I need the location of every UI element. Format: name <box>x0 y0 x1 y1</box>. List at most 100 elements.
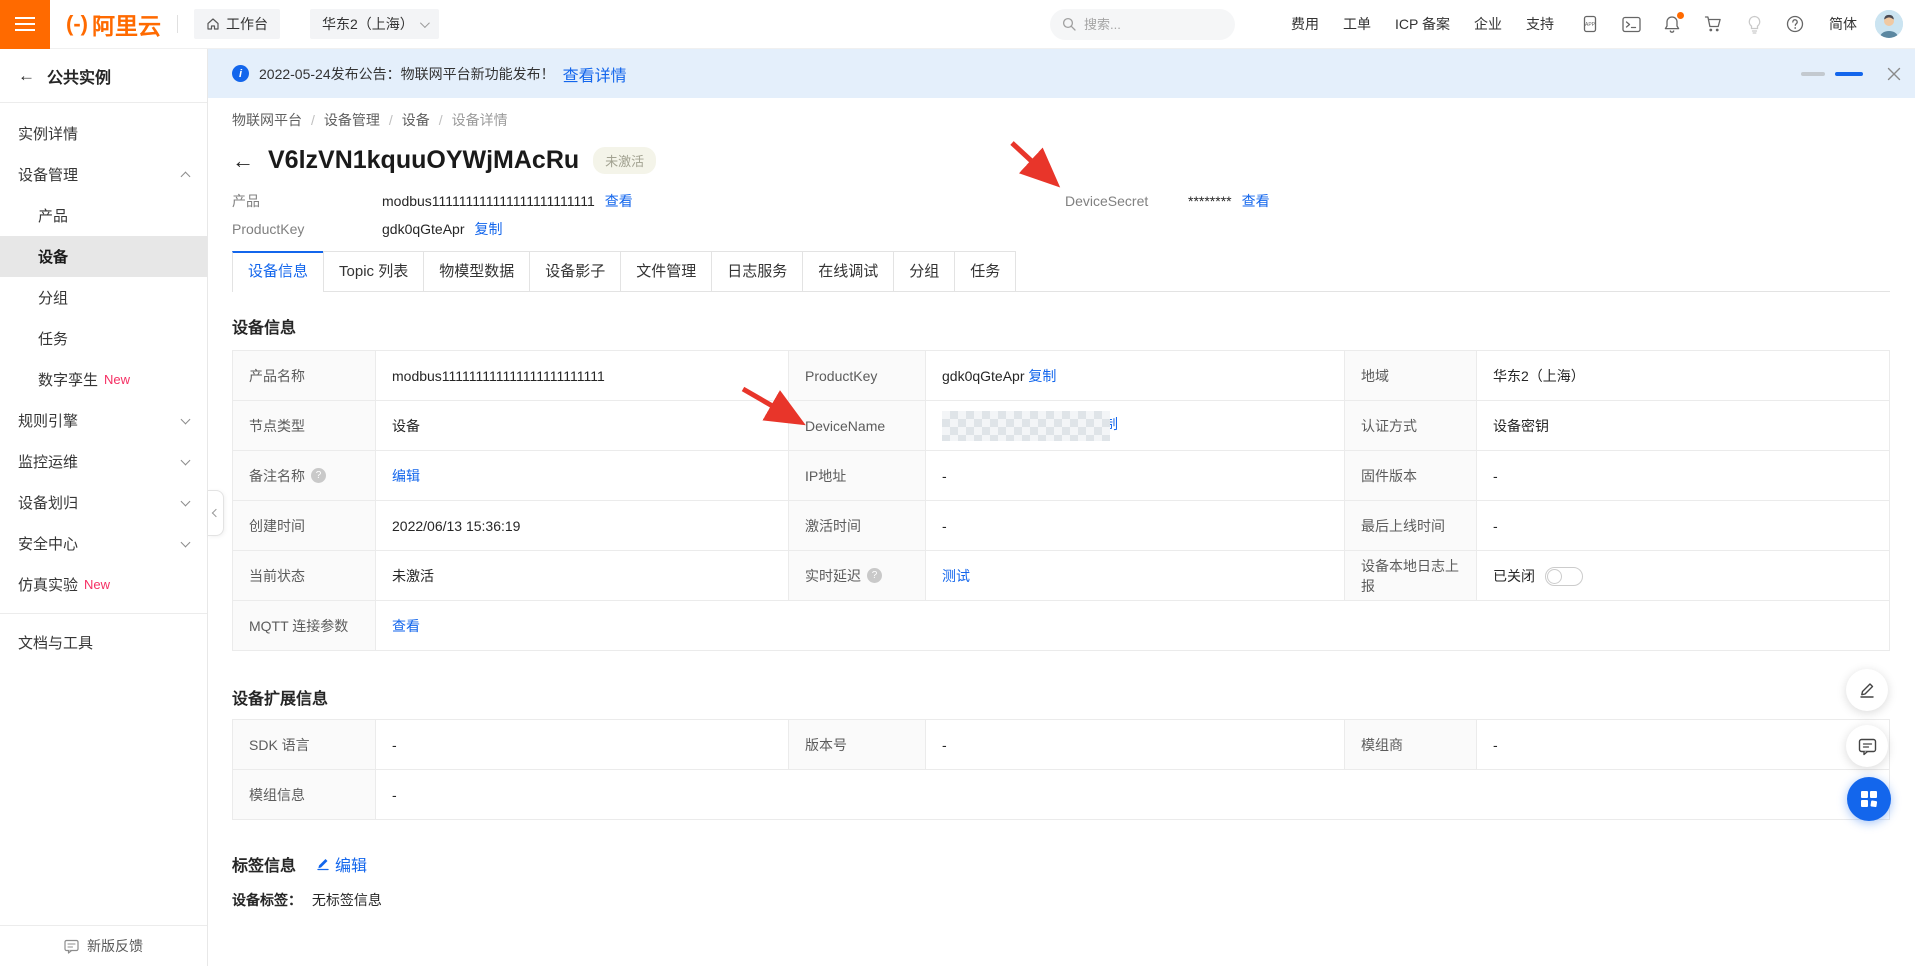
cell-value: modbus111111111111111111111111 <box>376 351 789 401</box>
survey-pencil-button[interactable] <box>1846 669 1888 711</box>
mqtt-params-view-link[interactable]: 查看 <box>392 618 420 634</box>
terminal-icon[interactable] <box>1621 14 1641 34</box>
latency-test-link[interactable]: 测试 <box>942 568 970 584</box>
carousel-dash-active[interactable] <box>1835 72 1863 76</box>
notification-dot <box>1677 12 1684 19</box>
sidebar-item-device-management[interactable]: 设备管理 <box>0 154 207 195</box>
productkey-copy-link[interactable]: 复制 <box>475 219 503 239</box>
tab-online-debug[interactable]: 在线调试 <box>802 251 893 292</box>
cart-icon[interactable] <box>1703 14 1723 34</box>
sidebar-item-monitoring[interactable]: 监控运维 <box>0 441 207 482</box>
help-tooltip-icon[interactable] <box>867 568 882 583</box>
tab-log-service[interactable]: 日志服务 <box>711 251 802 292</box>
nav-link-billing[interactable]: 费用 <box>1291 14 1319 34</box>
cell-value: - <box>1477 720 1890 770</box>
lightbulb-icon[interactable] <box>1744 14 1764 34</box>
tag-edit-button[interactable]: 编辑 <box>316 852 367 876</box>
table-row: 产品名称 modbus111111111111111111111111 Prod… <box>233 351 1890 401</box>
global-search[interactable] <box>1050 9 1235 40</box>
nav-link-support[interactable]: 支持 <box>1526 14 1554 34</box>
sidebar-back-header[interactable]: ← 公共实例 <box>0 49 207 103</box>
devicesecret-view-link[interactable]: 查看 <box>1242 191 1270 211</box>
device-tag-label: 设备标签： <box>232 892 302 908</box>
sidebar-item-device-assignment[interactable]: 设备划归 <box>0 482 207 523</box>
back-arrow-icon[interactable]: ← <box>232 148 254 174</box>
sidebar-item-security-center[interactable]: 安全中心 <box>0 523 207 564</box>
feedback-label: 新版反馈 <box>87 936 143 956</box>
sidebar-item-products[interactable]: 产品 <box>0 195 207 236</box>
language-selector[interactable]: 简体 <box>1829 14 1857 34</box>
cell-value: 未激活 <box>376 551 789 601</box>
sidebar-menu: 实例详情 设备管理 产品 设备 分组 任务 数字孪生New 规则引擎 监控运维 … <box>0 103 207 925</box>
breadcrumb: 物联网平台/ 设备管理/ 设备/ 设备详情 <box>232 98 1890 130</box>
sidebar-item-rules-engine[interactable]: 规则引擎 <box>0 400 207 441</box>
devicesecret-value: ******** <box>1188 193 1232 209</box>
ext-info-table: SDK 语言 - 版本号 - 模组商 - 模组信息 - <box>232 719 1890 820</box>
nav-link-icp[interactable]: ICP 备案 <box>1395 14 1450 34</box>
announcement-detail-link[interactable]: 查看详情 <box>563 62 627 86</box>
sidebar-collapse-handle[interactable] <box>208 490 224 536</box>
status-badge: 未激活 <box>593 147 656 174</box>
breadcrumb-device-management[interactable]: 设备管理 <box>324 110 380 130</box>
sidebar-item-digital-twin[interactable]: 数字孪生New <box>0 359 207 400</box>
hamburger-menu-icon[interactable] <box>0 0 50 49</box>
device-tabs: 设备信息 Topic 列表 物模型数据 设备影子 文件管理 日志服务 在线调试 … <box>232 251 1890 292</box>
cell-label: 版本号 <box>789 720 926 770</box>
nav-link-enterprise[interactable]: 企业 <box>1474 14 1502 34</box>
sidebar-item-simulation[interactable]: 仿真实验New <box>0 564 207 605</box>
feedback-button[interactable]: 新版反馈 <box>0 925 207 966</box>
productkey-copy-link[interactable]: 复制 <box>1028 368 1056 384</box>
app-center-button[interactable] <box>1847 777 1891 821</box>
breadcrumb-iot-platform[interactable]: 物联网平台 <box>232 110 302 130</box>
tab-file-management[interactable]: 文件管理 <box>620 251 711 292</box>
banner-close-icon[interactable] <box>1887 67 1901 81</box>
tab-device-shadow[interactable]: 设备影子 <box>529 251 620 292</box>
tab-device-info[interactable]: 设备信息 <box>232 251 323 292</box>
sidebar-item-groups[interactable]: 分组 <box>0 277 207 318</box>
carousel-dash-inactive[interactable] <box>1801 72 1825 76</box>
user-avatar[interactable] <box>1875 10 1903 38</box>
tag-info-header: 标签信息 编辑 <box>232 852 1890 876</box>
nav-link-tickets[interactable]: 工单 <box>1343 14 1371 34</box>
aliyun-logo-mark: (-) <box>66 11 88 37</box>
tab-groups[interactable]: 分组 <box>893 251 954 292</box>
region-selector[interactable]: 华东2（上海） <box>310 9 439 39</box>
cell-label: IP地址 <box>789 451 926 501</box>
feedback-bubble-icon <box>64 939 79 954</box>
chevron-down-icon <box>181 415 191 425</box>
cell-label: SDK 语言 <box>233 720 376 770</box>
sidebar-item-instance-detail[interactable]: 实例详情 <box>0 113 207 154</box>
search-icon <box>1062 17 1076 31</box>
device-name-title: V6lzVN1kquuOYWjMAcRu <box>268 146 579 175</box>
svg-text:APP: APP <box>1585 22 1596 28</box>
local-log-toggle[interactable] <box>1545 567 1583 586</box>
instance-name: 公共实例 <box>47 64 111 88</box>
sidebar-item-devices[interactable]: 设备 <box>0 236 207 277</box>
sidebar-item-docs-tools[interactable]: 文档与工具 <box>0 622 207 663</box>
product-view-link[interactable]: 查看 <box>605 191 633 211</box>
tag-edit-link[interactable]: 编辑 <box>335 852 367 876</box>
cell-label: 激活时间 <box>789 501 926 551</box>
tab-jobs[interactable]: 任务 <box>954 251 1016 292</box>
notification-bell-icon[interactable] <box>1662 14 1682 34</box>
app-icon[interactable]: APP <box>1580 14 1600 34</box>
workbench-button[interactable]: 工作台 <box>194 9 280 39</box>
cell-label: MQTT 连接参数 <box>233 601 376 651</box>
cell-label: 最后上线时间 <box>1345 501 1477 551</box>
sidebar-item-jobs[interactable]: 任务 <box>0 318 207 359</box>
tab-tsl-data[interactable]: 物模型数据 <box>423 251 529 292</box>
table-row: MQTT 连接参数 查看 <box>233 601 1890 651</box>
cell-label: 实时延迟 <box>789 551 926 601</box>
aliyun-logo[interactable]: (-) 阿里云 <box>66 7 161 41</box>
remark-edit-link[interactable]: 编辑 <box>392 468 420 484</box>
help-tooltip-icon[interactable] <box>311 468 326 483</box>
cell-value: - <box>1477 451 1890 501</box>
search-input[interactable] <box>1084 17 1214 32</box>
feedback-comment-button[interactable] <box>1846 725 1888 767</box>
cell-label: 固件版本 <box>1345 451 1477 501</box>
tab-topic-list[interactable]: Topic 列表 <box>323 251 423 292</box>
cell-label: 地域 <box>1345 351 1477 401</box>
breadcrumb-devices[interactable]: 设备 <box>402 110 430 130</box>
help-icon[interactable] <box>1785 14 1805 34</box>
chevron-down-icon <box>181 497 191 507</box>
